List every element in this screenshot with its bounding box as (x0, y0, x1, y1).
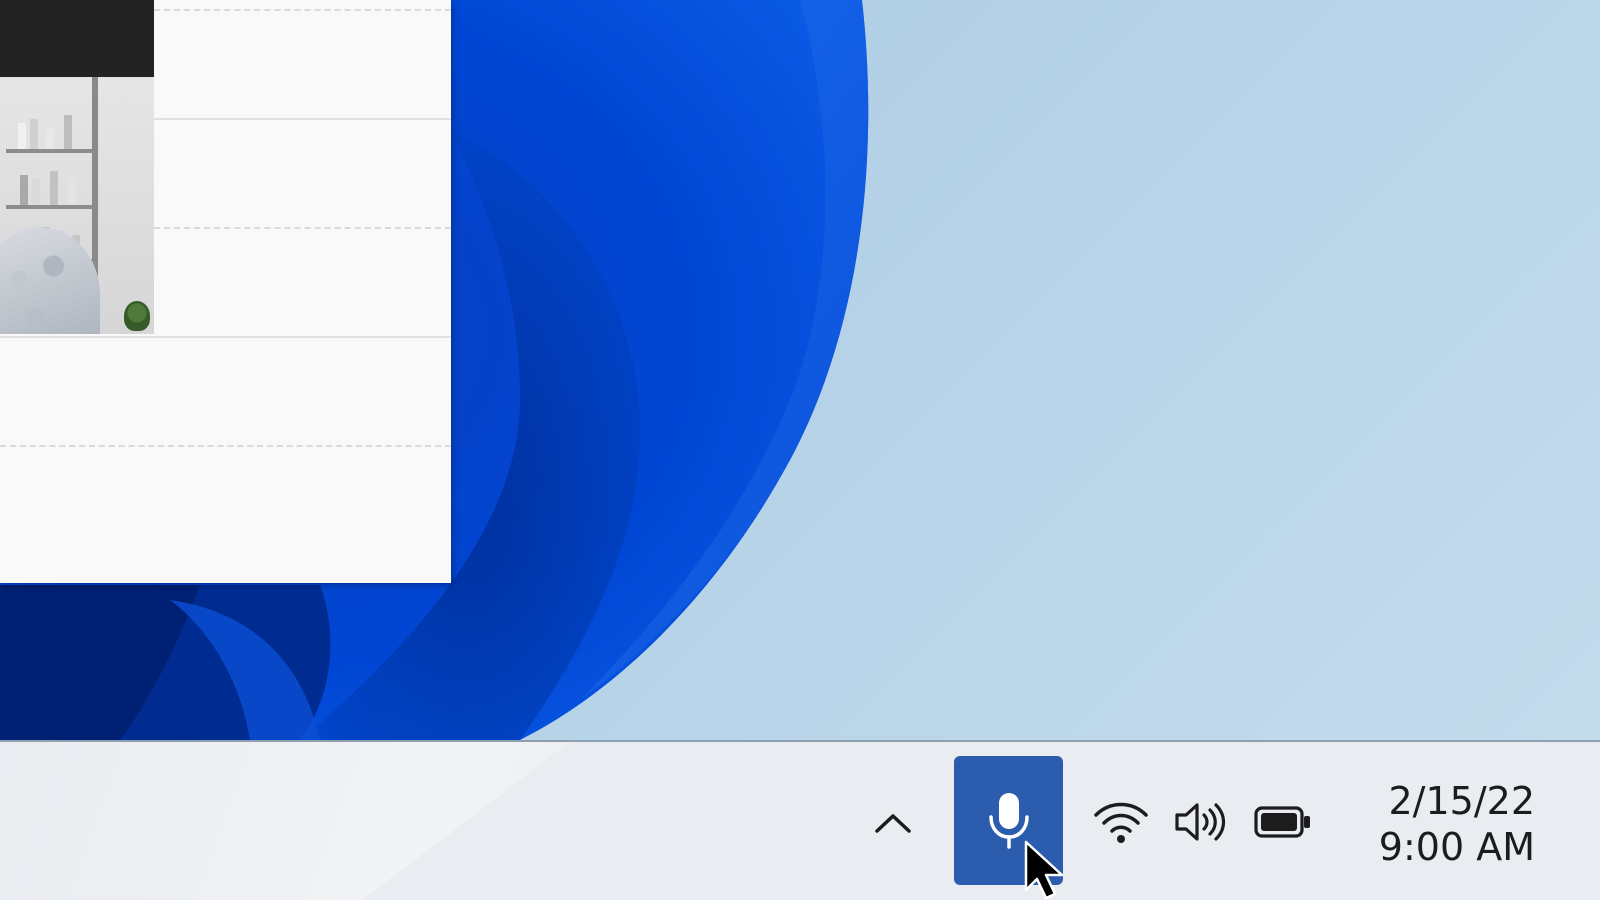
clock-date: 2/15/22 (1388, 779, 1536, 823)
desktop-wallpaper (0, 0, 1600, 740)
video-tile-header (0, 0, 154, 77)
plant (124, 301, 150, 331)
taskbar-sheen (0, 742, 570, 900)
taskbar-clock[interactable]: 2/15/22 9:00 AM (1360, 778, 1535, 874)
battery-button[interactable] (1250, 792, 1316, 852)
list-row-divider (154, 227, 451, 229)
microphone-icon (988, 792, 1029, 849)
show-hidden-icons-button[interactable] (862, 795, 924, 851)
volume-button[interactable] (1170, 792, 1232, 852)
clock-time: 9:00 AM (1378, 825, 1535, 869)
battery-icon (1254, 806, 1310, 838)
app-window (0, 0, 451, 583)
bookshelf-shelf (6, 155, 92, 209)
list-row-divider (154, 9, 451, 11)
list-row-divider (0, 445, 451, 447)
participant-video-tile[interactable] (0, 0, 154, 334)
list-row-divider (0, 336, 451, 338)
chevron-up-icon (875, 814, 911, 833)
list-row-divider (154, 118, 451, 120)
bookshelf-shelf (6, 99, 92, 153)
microphone-button[interactable] (954, 756, 1063, 885)
wifi-icon (1094, 802, 1148, 843)
network-button[interactable] (1090, 792, 1152, 852)
participant-video (0, 77, 154, 334)
speaker-icon (1175, 803, 1226, 841)
